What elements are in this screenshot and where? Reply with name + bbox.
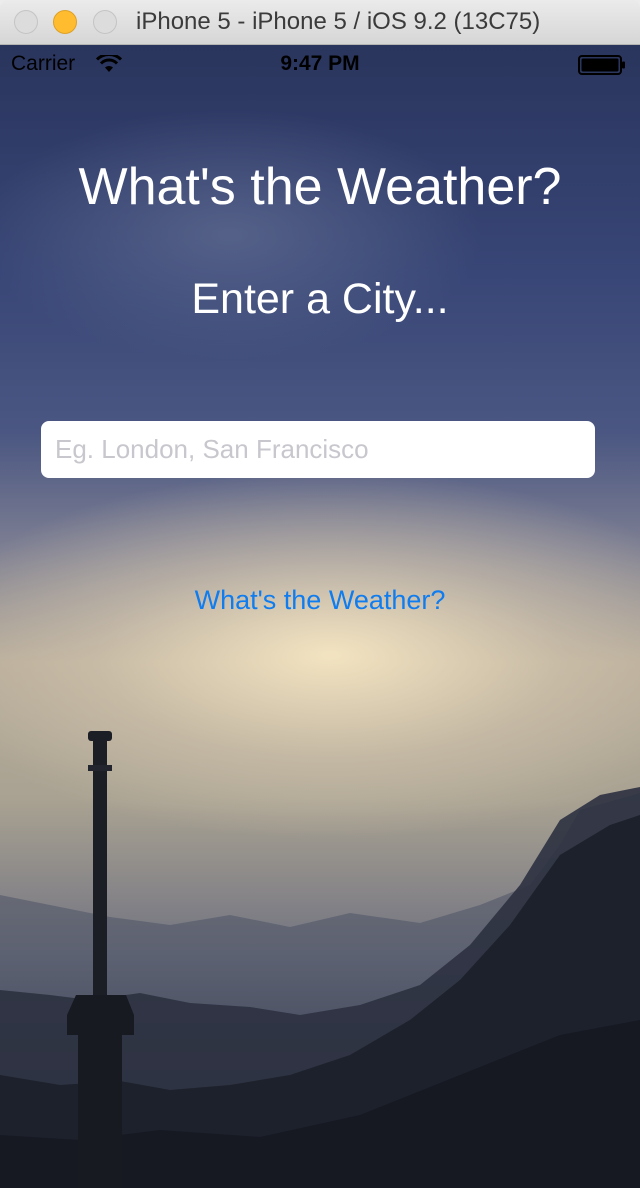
- get-weather-button[interactable]: What's the Weather?: [0, 585, 640, 616]
- window-titlebar: iPhone 5 - iPhone 5 / iOS 9.2 (13C75): [0, 0, 640, 45]
- window-title: iPhone 5 - iPhone 5 / iOS 9.2 (13C75): [136, 8, 541, 35]
- close-window-button[interactable]: [14, 10, 38, 34]
- enter-city-label: Enter a City...: [191, 275, 449, 323]
- city-search-input[interactable]: [41, 421, 595, 478]
- status-bar: Carrier 9:47 PM: [0, 45, 640, 85]
- app-title: What's the Weather?: [78, 158, 562, 216]
- minimize-window-button[interactable]: [53, 10, 77, 34]
- simulator-screen: Carrier 9:47 PM What's the Weather? Ente…: [0, 45, 640, 1188]
- battery-icon: [578, 55, 625, 75]
- clock: 9:47 PM: [280, 52, 360, 75]
- zoom-window-button[interactable]: [93, 10, 117, 34]
